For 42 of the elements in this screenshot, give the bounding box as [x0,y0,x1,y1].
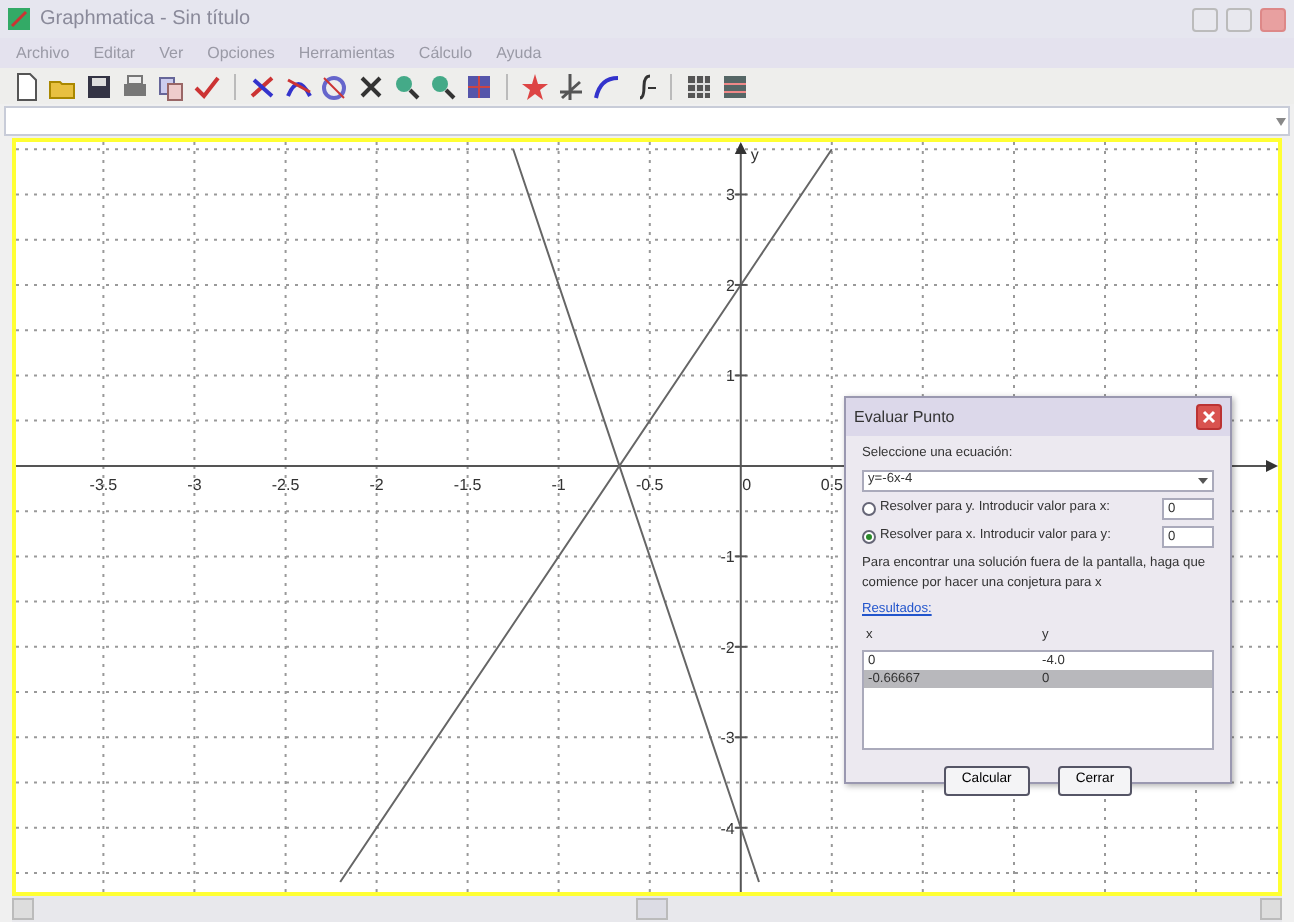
x-tick-label: 0.5 [820,475,843,494]
zoom-out-icon[interactable] [428,71,458,101]
curve-icon[interactable] [592,71,622,101]
x-tick-label: 0 [742,475,752,494]
radio-button[interactable] [862,529,876,544]
table-icon[interactable] [720,71,750,101]
y-tick-label: -2 [720,638,735,657]
x-tick-label: -2.5 [271,475,300,494]
radio-button[interactable] [862,501,876,516]
equation-input-field[interactable] [4,106,1290,136]
grid-icon[interactable] [464,71,494,101]
app-icon [8,8,30,30]
delete-icon[interactable] [356,71,386,101]
x-tick-label: -2 [369,475,384,494]
x-tick-label: -1.5 [453,475,482,494]
dialog-title: Evaluar Punto [854,405,955,429]
y-tick-label: -1 [720,548,735,567]
table-icon[interactable] [684,71,714,101]
window-title: Graphmatica - Sin título [40,6,251,34]
y-tick-label: 3 [725,186,735,205]
y-tick-label: -3 [720,729,735,748]
star-icon[interactable] [520,71,550,101]
tangent-icon[interactable] [556,71,586,101]
y-tick-label: -4 [720,819,735,838]
scroll-thumb[interactable] [636,898,668,920]
horizontal-scrollbar[interactable] [12,896,1282,922]
check-icon[interactable] [192,71,222,101]
zoom-in-icon[interactable] [392,71,422,101]
graph-icon[interactable] [248,71,278,101]
save-icon[interactable] [84,71,114,101]
y-tick-label: 2 [725,276,735,295]
close-icon [1202,410,1216,424]
y-tick-label: 1 [725,367,735,386]
graph-icon[interactable] [320,71,350,101]
x-tick-label: -0.5 [635,475,664,494]
x-tick-label: -3.5 [89,475,118,494]
close-button[interactable] [1196,404,1222,430]
printer-icon[interactable] [120,71,150,101]
copy-icon[interactable] [156,71,186,101]
x-tick-label: -3 [187,475,202,494]
axis-label: y [750,146,759,164]
x-tick-label: -1 [551,475,566,494]
